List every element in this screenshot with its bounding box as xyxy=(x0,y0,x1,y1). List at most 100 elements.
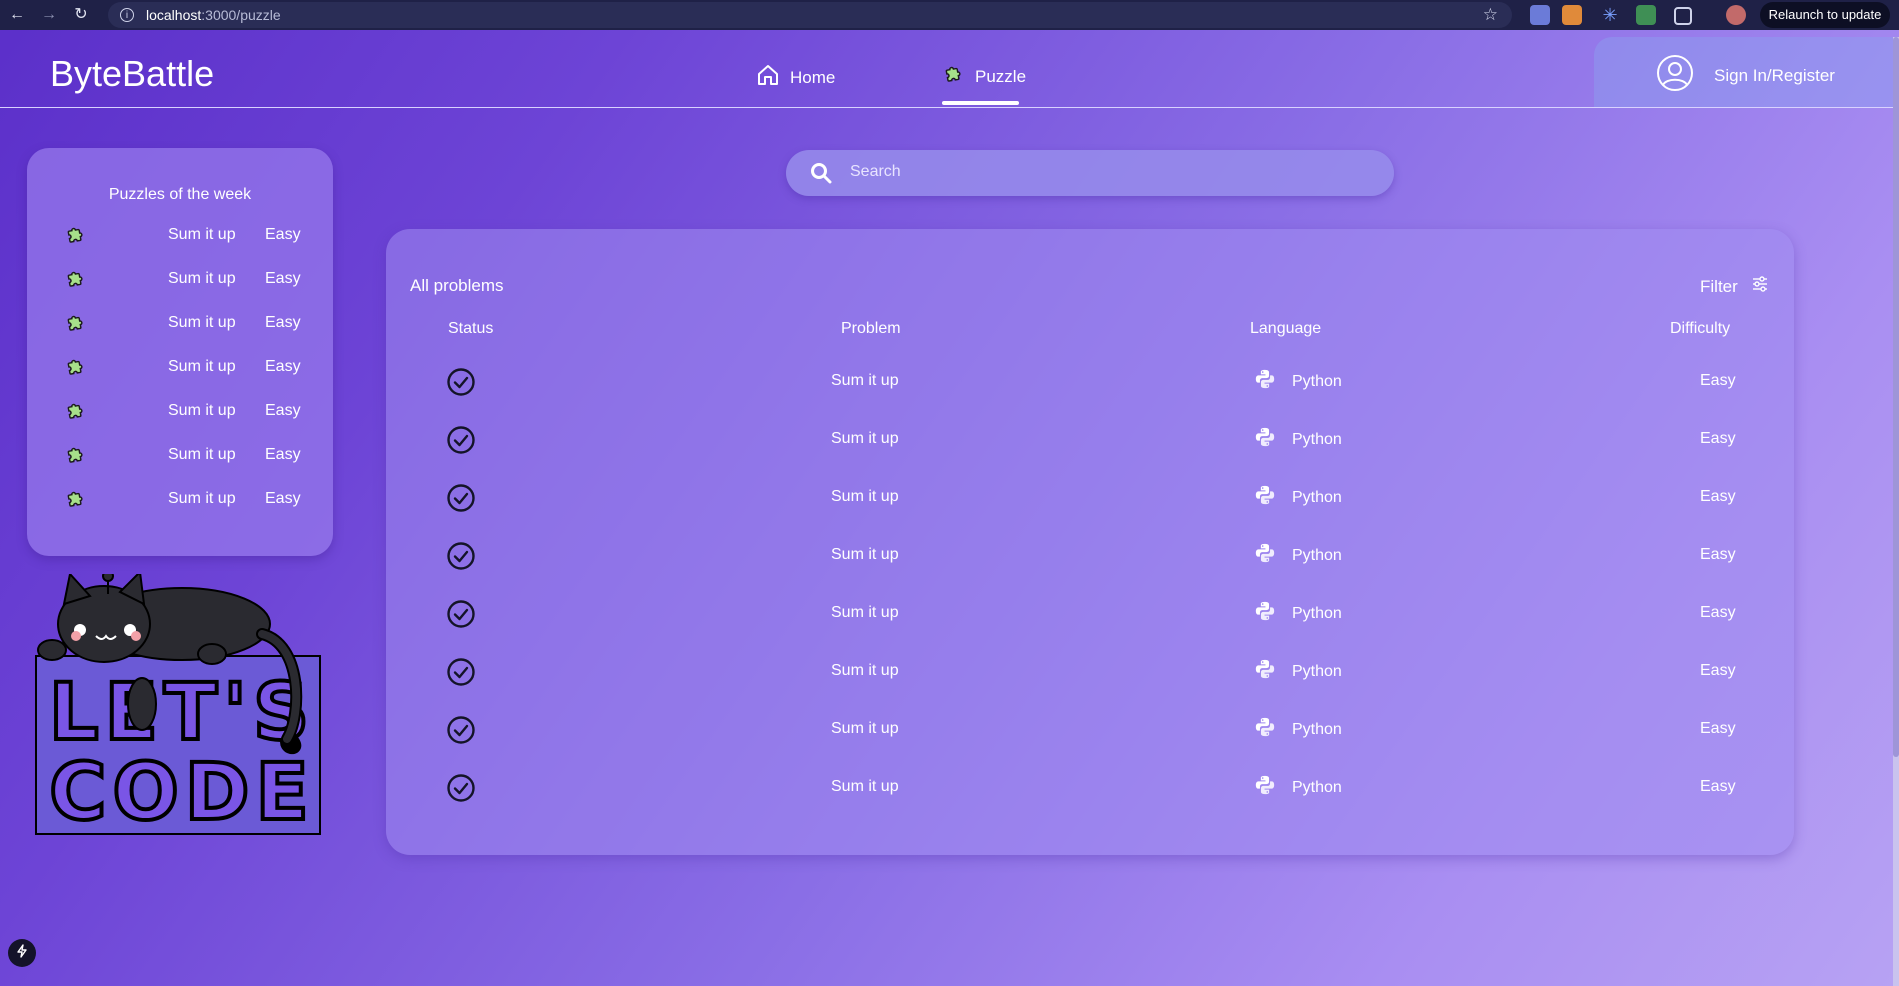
home-icon xyxy=(756,63,780,92)
table-row[interactable]: Sum it up Python Easy xyxy=(386,769,1794,809)
week-puzzle-item[interactable]: Sum it up Easy xyxy=(65,223,305,247)
back-arrow-icon[interactable]: ← xyxy=(8,0,26,30)
extensions-puzzle-icon[interactable] xyxy=(1674,7,1692,25)
metamask-icon[interactable] xyxy=(1562,5,1582,25)
week-puzzle-name: Sum it up xyxy=(168,446,236,463)
week-puzzle-difficulty: Easy xyxy=(265,446,301,463)
language-name: Python xyxy=(1292,488,1342,506)
solved-check-icon xyxy=(446,483,476,518)
table-row[interactable]: Sum it up Python Easy xyxy=(386,595,1794,635)
language-cell: Python xyxy=(1254,484,1342,511)
difficulty-label: Easy xyxy=(1700,488,1736,505)
python-icon xyxy=(1254,600,1276,627)
week-puzzle-item[interactable]: Sum it up Easy xyxy=(65,443,305,467)
all-problems-title: All problems xyxy=(410,276,504,295)
brand-logo[interactable]: ByteBattle xyxy=(50,53,214,95)
gear-extension-icon[interactable]: ✳ xyxy=(1600,5,1620,25)
new-extension-icon[interactable] xyxy=(1636,5,1656,25)
week-puzzle-item[interactable]: Sum it up Easy xyxy=(65,399,305,423)
puzzle-icon xyxy=(65,488,91,510)
solved-check-icon xyxy=(446,425,476,460)
language-name: Python xyxy=(1292,430,1342,448)
table-row[interactable]: Sum it up Python Easy xyxy=(386,653,1794,693)
language-name: Python xyxy=(1292,778,1342,796)
sliders-icon xyxy=(1752,276,1768,297)
nav-puzzle[interactable]: Puzzle xyxy=(943,63,1026,90)
problem-name[interactable]: Sum it up xyxy=(831,488,899,506)
puzzle-icon xyxy=(65,268,91,290)
user-account-icon xyxy=(1656,54,1694,97)
week-puzzle-item[interactable]: Sum it up Easy xyxy=(65,355,305,379)
address-bar[interactable]: i localhost:3000/puzzle ☆ xyxy=(108,2,1512,28)
nav-home[interactable]: Home xyxy=(756,63,835,92)
column-header-language[interactable]: Language xyxy=(1250,320,1321,338)
week-puzzle-name: Sum it up xyxy=(168,270,236,287)
solved-check-icon xyxy=(446,599,476,634)
language-name: Python xyxy=(1292,546,1342,564)
week-puzzle-name: Sum it up xyxy=(168,226,236,243)
filter-button[interactable]: Filter xyxy=(1700,276,1768,297)
relaunch-button[interactable]: Relaunch to update xyxy=(1760,2,1890,28)
puzzle-icon xyxy=(65,400,91,422)
forward-arrow-icon[interactable]: → xyxy=(40,0,58,30)
code-text: CODE xyxy=(49,748,315,836)
active-tab-indicator xyxy=(942,101,1019,105)
search-input[interactable]: Search xyxy=(850,163,901,181)
bookmark-star-icon[interactable]: ☆ xyxy=(1483,5,1498,25)
reload-icon[interactable]: ↻ xyxy=(72,0,90,30)
url-text[interactable]: localhost:3000/puzzle xyxy=(146,7,281,23)
problem-name[interactable]: Sum it up xyxy=(831,778,899,796)
python-icon xyxy=(1254,658,1276,685)
page-scrollbar[interactable] xyxy=(1893,37,1899,986)
bolt-icon xyxy=(15,943,29,963)
problem-name[interactable]: Sum it up xyxy=(831,720,899,738)
solved-check-icon xyxy=(446,367,476,402)
site-info-icon[interactable]: i xyxy=(120,8,134,22)
week-puzzle-name: Sum it up xyxy=(168,490,236,507)
difficulty-label: Easy xyxy=(1700,720,1736,737)
problem-name[interactable]: Sum it up xyxy=(831,372,899,390)
lets-code-cat-illustration: LET'S CODE xyxy=(32,569,327,840)
problem-name[interactable]: Sum it up xyxy=(831,662,899,680)
week-puzzle-name: Sum it up xyxy=(168,402,236,419)
nav-puzzle-label: Puzzle xyxy=(975,66,1027,86)
puzzle-icon xyxy=(943,63,965,90)
problem-name[interactable]: Sum it up xyxy=(831,604,899,622)
week-puzzle-difficulty: Easy xyxy=(265,314,301,331)
difficulty-label: Easy xyxy=(1700,662,1736,679)
problem-name[interactable]: Sum it up xyxy=(831,546,899,564)
table-row[interactable]: Sum it up Python Easy xyxy=(386,363,1794,403)
language-cell: Python xyxy=(1254,658,1342,685)
profile-avatar[interactable] xyxy=(1726,5,1746,25)
lets-text: LET'S xyxy=(49,668,315,758)
table-row[interactable]: Sum it up Python Easy xyxy=(386,479,1794,519)
difficulty-label: Easy xyxy=(1700,430,1736,447)
extension-icon[interactable] xyxy=(1530,5,1550,25)
puzzles-of-week-title: Puzzles of the week xyxy=(108,186,252,203)
search-bar[interactable]: Search xyxy=(786,150,1394,196)
column-header-status[interactable]: Status xyxy=(448,320,493,338)
week-puzzle-item[interactable]: Sum it up Easy xyxy=(65,267,305,291)
problem-name[interactable]: Sum it up xyxy=(831,430,899,448)
dev-tools-bolt-button[interactable] xyxy=(8,939,36,967)
solved-check-icon xyxy=(446,715,476,750)
difficulty-label: Easy xyxy=(1700,778,1736,795)
solved-check-icon xyxy=(446,541,476,576)
table-row[interactable]: Sum it up Python Easy xyxy=(386,537,1794,577)
week-puzzle-item[interactable]: Sum it up Easy xyxy=(65,487,305,511)
table-row[interactable]: Sum it up Python Easy xyxy=(386,421,1794,461)
language-cell: Python xyxy=(1254,716,1342,743)
scrollbar-thumb[interactable] xyxy=(1893,37,1899,757)
week-puzzle-difficulty: Easy xyxy=(265,226,301,243)
signin-button[interactable]: Sign In/Register xyxy=(1656,54,1835,97)
column-header-difficulty[interactable]: Difficulty xyxy=(1670,320,1730,338)
table-row[interactable]: Sum it up Python Easy xyxy=(386,711,1794,751)
language-name: Python xyxy=(1292,662,1342,680)
python-icon xyxy=(1254,774,1276,801)
puzzle-icon xyxy=(65,312,91,334)
week-puzzle-item[interactable]: Sum it up Easy xyxy=(65,311,305,335)
language-name: Python xyxy=(1292,372,1342,390)
language-cell: Python xyxy=(1254,774,1342,801)
week-puzzle-name: Sum it up xyxy=(168,358,236,375)
column-header-problem[interactable]: Problem xyxy=(841,320,901,338)
